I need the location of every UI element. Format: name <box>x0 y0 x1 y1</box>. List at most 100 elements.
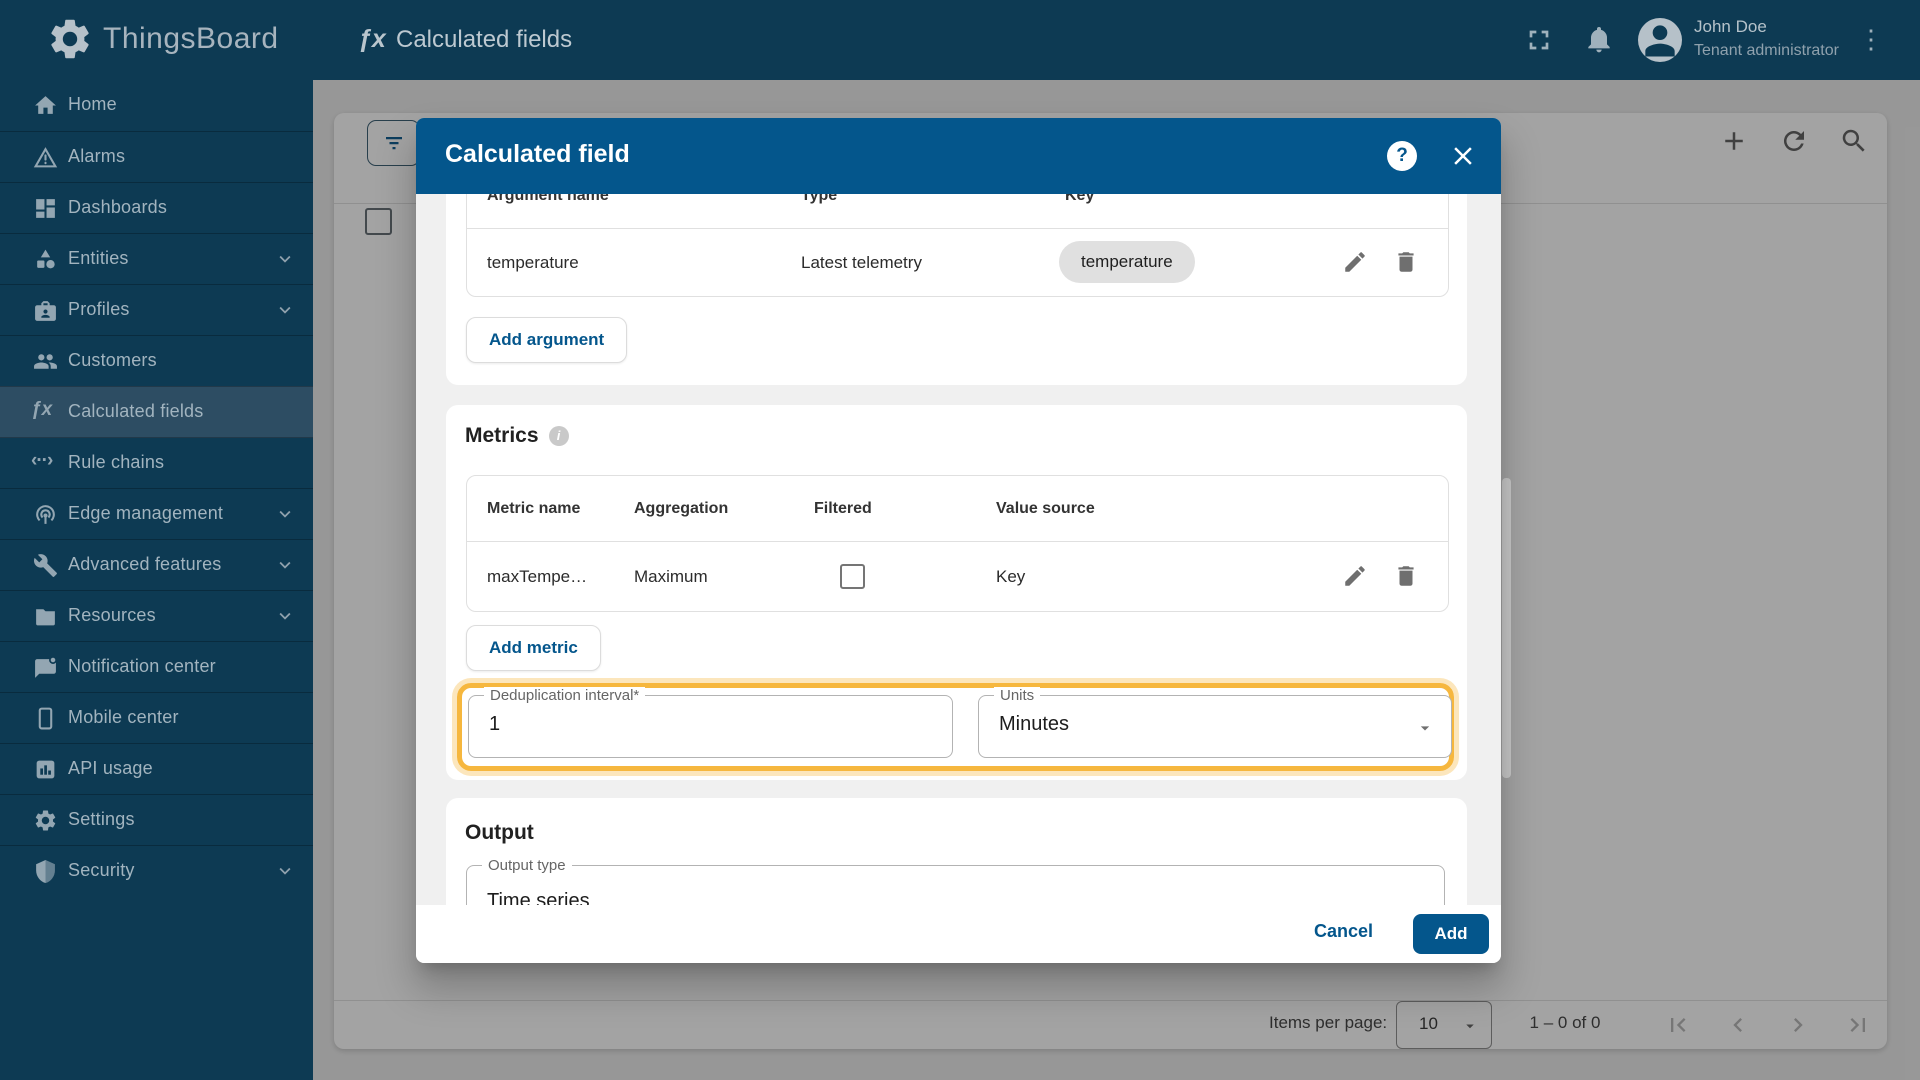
badge-icon <box>33 298 58 323</box>
argument-name-cell: temperature <box>487 253 579 272</box>
chevron-down-icon[interactable] <box>274 248 296 270</box>
field-value: Minutes <box>999 713 1070 735</box>
fullscreen-icon[interactable] <box>1523 24 1557 58</box>
field-value: Time series <box>487 890 590 905</box>
chevron-down-icon[interactable] <box>274 554 296 576</box>
user-name: John Doe <box>1694 17 1767 36</box>
chevron-down-icon[interactable] <box>274 860 296 882</box>
chevron-down-icon[interactable] <box>274 299 296 321</box>
shield-icon <box>33 859 58 884</box>
edit-pencil-icon[interactable] <box>1342 563 1368 589</box>
gear-icon <box>33 808 58 833</box>
top-bar: ThingsBoard ƒx Calculated fields John Do… <box>0 0 1920 80</box>
kebab-menu-icon[interactable]: ⋮ <box>1858 24 1884 55</box>
sidebar-item-security[interactable]: Security <box>0 845 313 897</box>
column-header: Type <box>801 194 838 204</box>
output-type-field[interactable]: Output type Time series <box>466 857 1445 905</box>
dialog-title: Calculated field <box>445 140 630 168</box>
user-role: Tenant administrator <box>1694 42 1839 59</box>
notifications-bell-icon[interactable] <box>1583 23 1617 57</box>
people-icon <box>33 349 58 374</box>
rule-chains-icon: ‹··› <box>31 450 53 471</box>
column-header: Filtered <box>814 500 872 517</box>
brand-title: ThingsBoard <box>103 22 279 55</box>
antenna-icon <box>33 502 58 527</box>
metrics-table: Metric name Aggregation Filtered Value s… <box>466 475 1449 612</box>
delete-trash-icon[interactable] <box>1393 249 1419 275</box>
sidebar-nav: Home Alarms Dashboards Entities Profiles… <box>0 80 313 1080</box>
add-button[interactable]: Add <box>1413 914 1489 954</box>
metrics-heading: Metrics i <box>465 424 569 448</box>
close-icon[interactable] <box>1448 141 1478 171</box>
bar-chart-icon <box>33 757 58 782</box>
mobile-icon <box>33 706 58 731</box>
sidebar-item-resources[interactable]: Resources <box>0 590 313 642</box>
argument-key-chip: temperature <box>1059 241 1195 283</box>
sidebar-item-home[interactable]: Home <box>0 80 313 131</box>
sidebar-item-settings[interactable]: Settings <box>0 794 313 846</box>
metrics-section: Metrics i Metric name Aggregation Filtere… <box>446 405 1467 780</box>
column-header: Value source <box>996 500 1095 517</box>
dashboards-icon <box>33 196 58 221</box>
filtered-checkbox[interactable] <box>840 564 865 589</box>
folder-icon <box>33 604 58 629</box>
output-heading: Output <box>465 821 534 844</box>
entities-icon <box>33 247 58 272</box>
dialog-footer: Cancel Add <box>416 905 1501 963</box>
edit-pencil-icon[interactable] <box>1342 249 1368 275</box>
add-argument-button[interactable]: Add argument <box>466 317 628 363</box>
add-metric-button[interactable]: Add metric <box>466 625 601 671</box>
column-header: Aggregation <box>634 500 729 517</box>
arguments-table: Argument name Type Key temperature Lates… <box>466 194 1449 297</box>
user-avatar[interactable] <box>1638 18 1682 62</box>
deduplication-interval-field[interactable]: Deduplication interval* 1 <box>468 687 953 758</box>
output-section: Output Output type Time series <box>446 798 1467 905</box>
sidebar-item-alarms[interactable]: Alarms <box>0 131 313 183</box>
fx-icon: ƒx <box>31 399 53 420</box>
field-label: Deduplication interval* <box>484 687 646 704</box>
info-icon[interactable]: i <box>548 426 569 446</box>
metric-name-cell: maxTempe… <box>487 567 588 586</box>
column-header: Key <box>1065 194 1095 204</box>
sidebar-item-rule-chains[interactable]: ‹··› Rule chains <box>0 437 313 489</box>
metric-aggregation-cell: Maximum <box>634 567 708 586</box>
dialog-scrollbar[interactable] <box>1502 478 1511 778</box>
delete-trash-icon[interactable] <box>1393 563 1419 589</box>
column-header: Argument name <box>487 194 609 204</box>
tools-icon <box>33 553 58 578</box>
caret-down-icon[interactable] <box>1415 718 1435 738</box>
sidebar-item-calculated-fields[interactable]: ƒx Calculated fields <box>0 386 313 438</box>
metric-value-source-cell: Key <box>996 567 1026 586</box>
sidebar-item-notification-center[interactable]: Notification center <box>0 641 313 693</box>
units-select-field[interactable]: Units Minutes <box>978 687 1452 758</box>
chevron-down-icon[interactable] <box>274 605 296 627</box>
fx-icon: ƒx <box>358 25 386 53</box>
dialog-header: Calculated field ? <box>416 118 1501 194</box>
sidebar-item-advanced-features[interactable]: Advanced features <box>0 539 313 591</box>
sidebar-item-edge-management[interactable]: Edge management <box>0 488 313 540</box>
sidebar-item-customers[interactable]: Customers <box>0 335 313 387</box>
home-icon <box>33 93 58 118</box>
argument-type-cell: Latest telemetry <box>801 253 922 272</box>
sidebar-item-mobile-center[interactable]: Mobile center <box>0 692 313 744</box>
sidebar-item-profiles[interactable]: Profiles <box>0 284 313 336</box>
dialog-body: Argument name Type Key temperature Lates… <box>416 194 1501 905</box>
warning-icon <box>33 145 58 170</box>
sidebar-item-dashboards[interactable]: Dashboards <box>0 182 313 234</box>
cancel-button[interactable]: Cancel <box>1314 921 1373 942</box>
field-label: Units <box>994 687 1041 704</box>
calculated-field-dialog: Calculated field ? Argument name Type Ke… <box>416 118 1501 963</box>
chevron-down-icon[interactable] <box>274 503 296 525</box>
sidebar-item-api-usage[interactable]: API usage <box>0 743 313 795</box>
highlight-ring: Deduplication interval* 1 Units Minutes <box>457 683 1454 771</box>
arguments-section: Argument name Type Key temperature Lates… <box>446 194 1467 385</box>
sidebar-item-entities[interactable]: Entities <box>0 233 313 285</box>
thingsboard-app: ThingsBoard ƒx Calculated fields John Do… <box>0 0 1920 1080</box>
column-header: Metric name <box>487 500 581 517</box>
thingsboard-logo-icon <box>46 15 94 63</box>
page-title: Calculated fields <box>396 26 573 53</box>
field-value: 1 <box>489 713 501 735</box>
notification-bubble-icon <box>33 655 58 680</box>
help-icon[interactable]: ? <box>1387 141 1417 171</box>
field-label: Output type <box>482 857 572 874</box>
